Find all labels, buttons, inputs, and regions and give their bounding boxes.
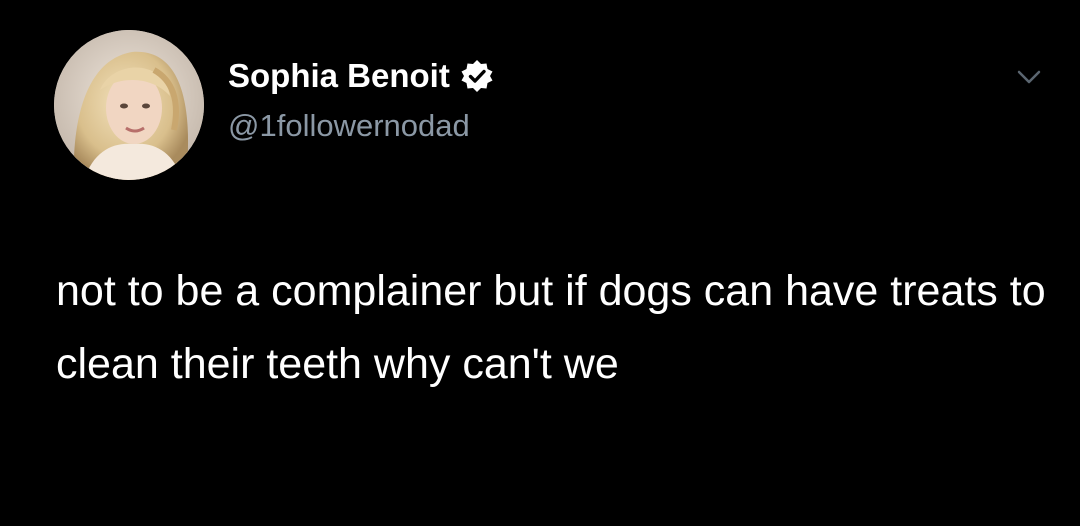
user-handle[interactable]: @1followernodad: [228, 106, 470, 146]
tweet-text: not to be a complainer but if dogs can h…: [56, 267, 1046, 388]
chevron-down-icon[interactable]: [1014, 62, 1044, 92]
tweet-card: Sophia Benoit @1followernodad not to be …: [0, 0, 1080, 526]
avatar[interactable]: [54, 30, 204, 180]
display-name[interactable]: Sophia Benoit: [228, 56, 450, 96]
verified-badge-icon: [460, 59, 494, 93]
name-row: Sophia Benoit: [228, 56, 494, 96]
avatar-image: [54, 30, 204, 180]
